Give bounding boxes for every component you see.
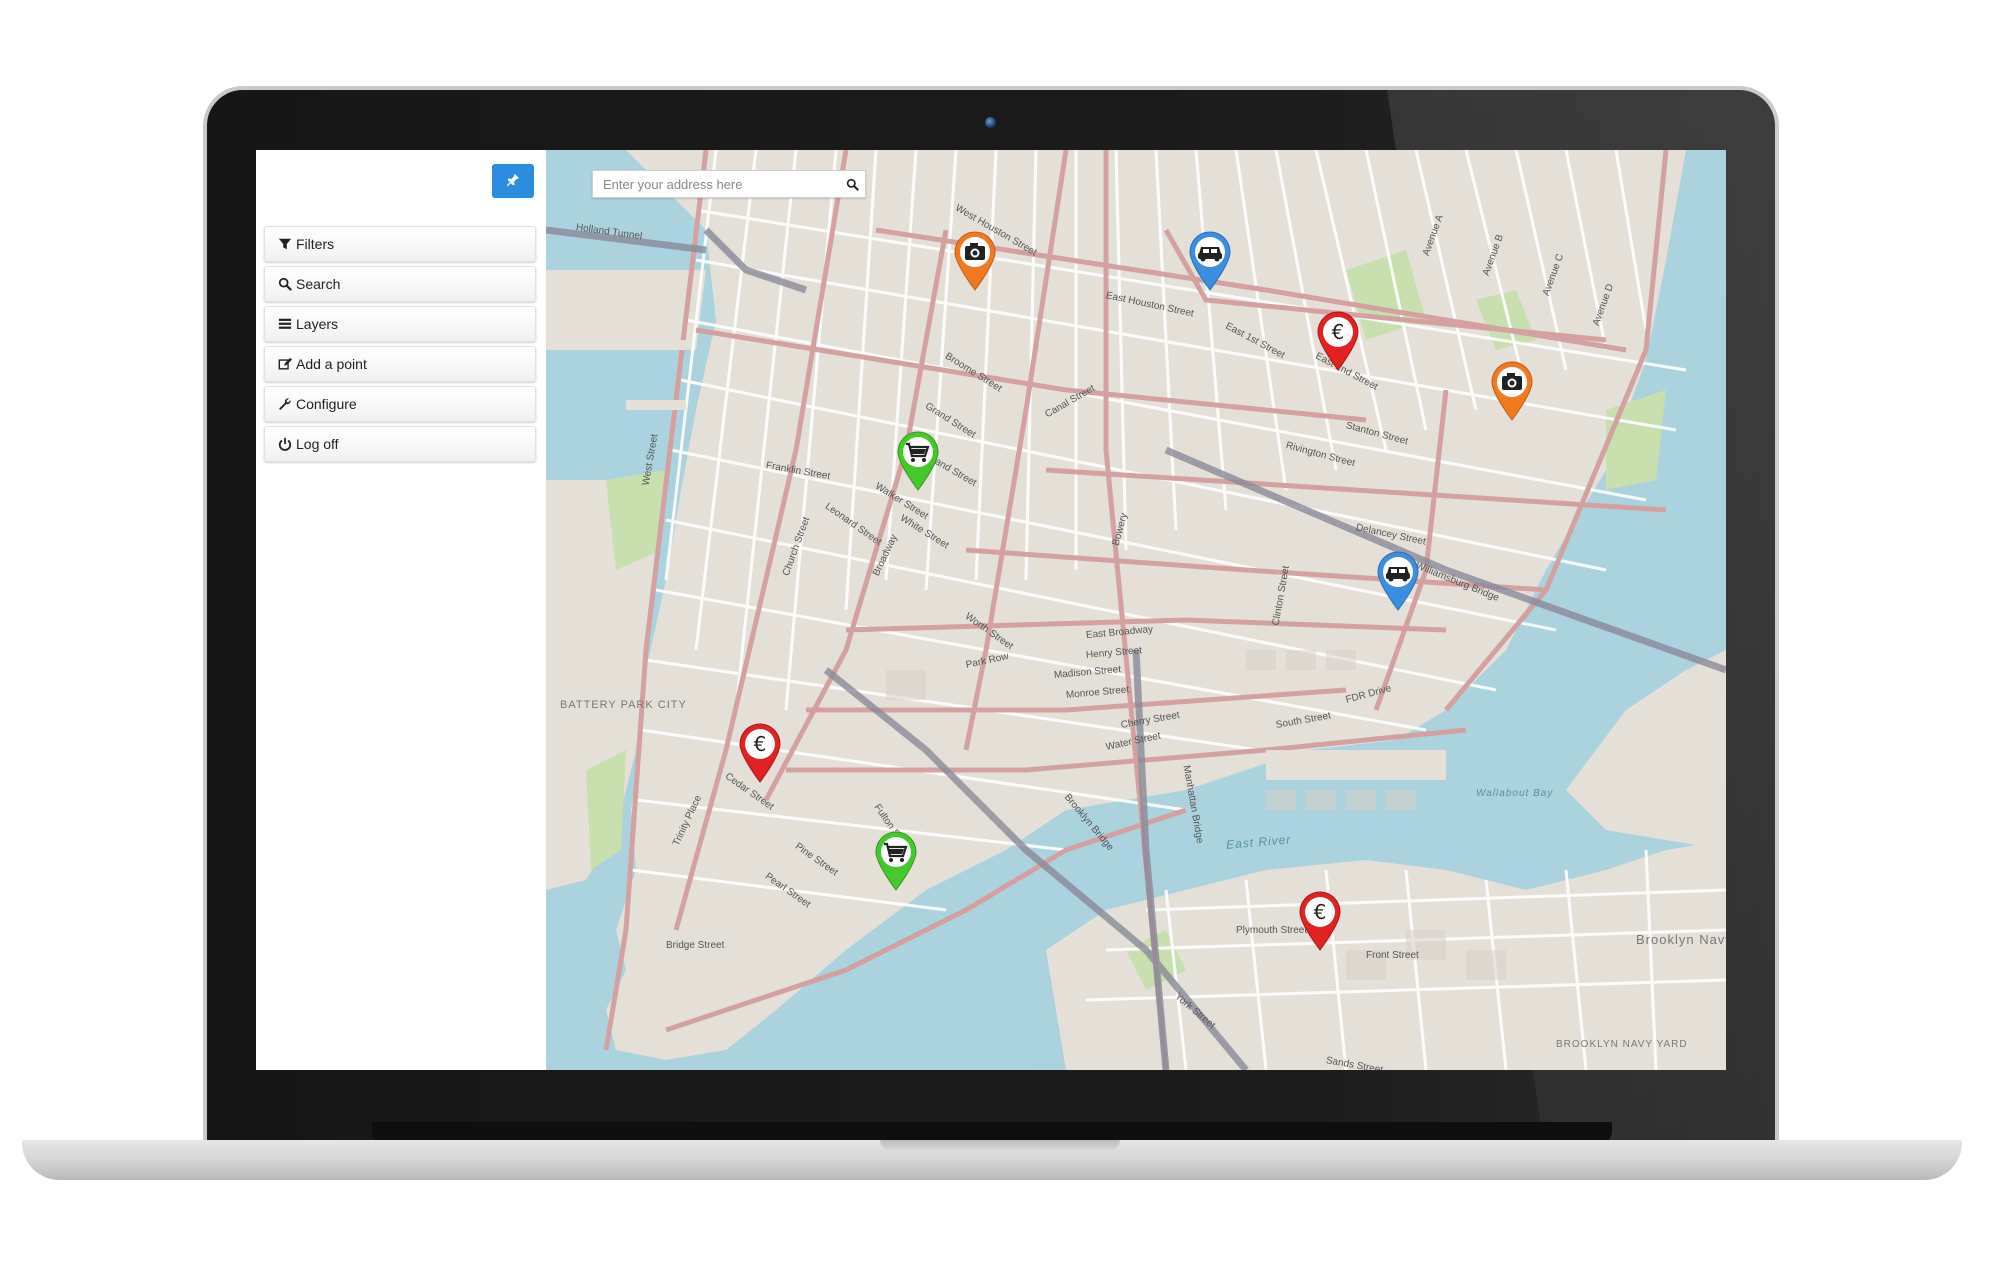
euro-icon: € [1332, 320, 1345, 344]
menu-item-label: Search [296, 276, 341, 292]
menu-item-log-off[interactable]: Log off [264, 426, 536, 462]
wrench-icon [277, 396, 293, 412]
area-label-battery-park-city: BATTERY PARK CITY [560, 699, 687, 711]
power-icon [277, 436, 293, 452]
laptop-mockup: Filters Search Layers Add a point Config… [0, 0, 2000, 1264]
street-label: Bridge Street [666, 940, 725, 951]
map-marker-camera[interactable] [951, 230, 999, 292]
search-icon [846, 178, 859, 191]
area-label-navy-yard-district: BROOKLYN NAVY YARD [1556, 1039, 1688, 1050]
map-marker-car[interactable] [1374, 550, 1422, 612]
webcam [985, 117, 996, 128]
address-search-input[interactable] [593, 172, 839, 196]
map-marker-car[interactable] [1186, 230, 1234, 292]
sidebar-menu: Filters Search Layers Add a point Config… [264, 226, 536, 466]
menu-item-configure[interactable]: Configure [264, 386, 536, 422]
map-marker-camera[interactable] [1488, 360, 1536, 422]
menu-item-search[interactable]: Search [264, 266, 536, 302]
euro-icon: € [754, 732, 767, 756]
edit-icon [277, 356, 293, 372]
area-label-wallabout-bay: Wallabout Bay [1476, 788, 1554, 799]
map-marker-shopping[interactable] [894, 430, 942, 492]
menu-item-label: Layers [296, 316, 339, 332]
menu-item-add-point[interactable]: Add a point [264, 346, 536, 382]
filter-icon [277, 236, 293, 252]
pin-icon [506, 172, 520, 191]
map-view[interactable]: Holland Tunnel West Houston Street East … [546, 150, 1726, 1070]
layers-icon [277, 316, 293, 332]
menu-item-layers[interactable]: Layers [264, 306, 536, 342]
laptop-hinge [372, 1122, 1612, 1142]
menu-item-label: Filters [296, 236, 335, 252]
search-icon [277, 276, 293, 292]
menu-item-label: Log off [296, 436, 339, 452]
app-screen: Filters Search Layers Add a point Config… [256, 150, 1726, 1070]
pin-sidebar-button[interactable] [492, 164, 534, 198]
map-marker-shopping[interactable] [872, 830, 920, 892]
area-label-brooklyn-navy-yard: Brooklyn Navy Yard [1636, 932, 1726, 947]
address-search-button[interactable] [839, 171, 865, 197]
map-marker-euro[interactable]: € [736, 722, 784, 784]
euro-icon: € [1314, 900, 1327, 924]
menu-item-label: Add a point [296, 356, 367, 372]
address-search-box [592, 170, 866, 198]
sidebar: Filters Search Layers Add a point Config… [256, 150, 546, 1070]
laptop-base-notch [880, 1140, 1120, 1150]
menu-item-label: Configure [296, 396, 357, 412]
map-marker-euro[interactable]: € [1296, 890, 1344, 952]
street-label: Front Street [1366, 950, 1419, 961]
menu-item-filters[interactable]: Filters [264, 226, 536, 262]
map-marker-euro[interactable]: € [1314, 310, 1362, 372]
